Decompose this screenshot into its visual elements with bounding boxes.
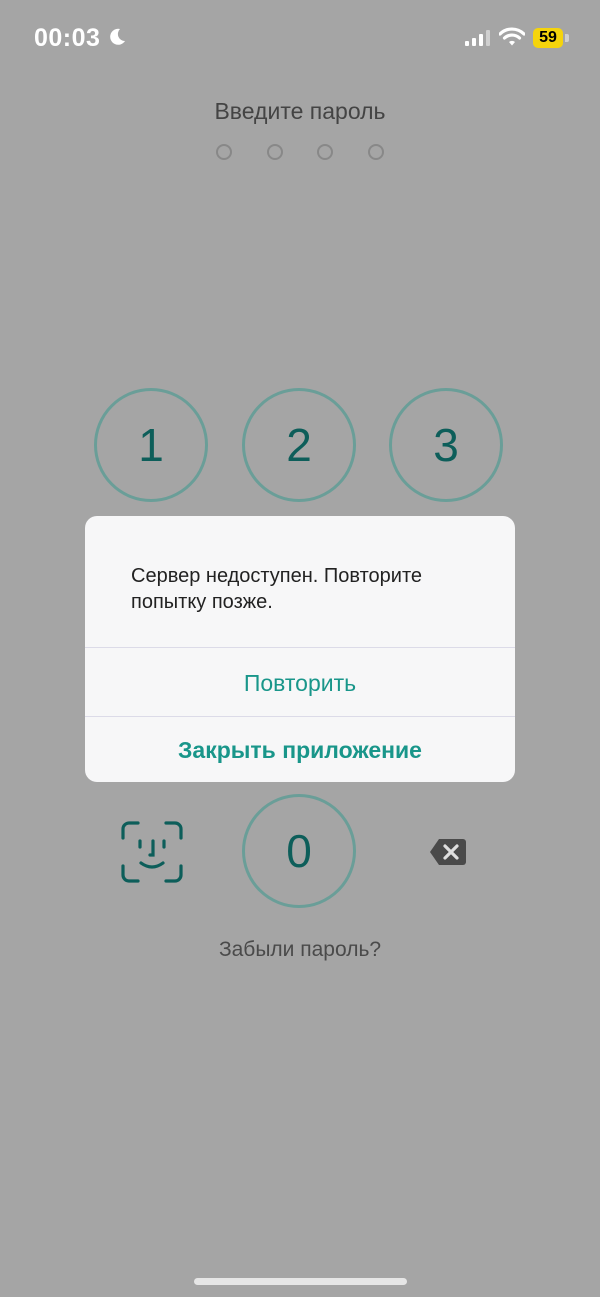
battery-icon: 59: [533, 28, 563, 48]
battery-tip: [565, 34, 569, 42]
moon-icon: [110, 28, 125, 45]
retry-button[interactable]: Повторить: [85, 670, 515, 697]
home-indicator[interactable]: [194, 1278, 407, 1285]
backspace-icon[interactable]: [429, 838, 467, 866]
pin-dot: [216, 144, 232, 160]
dialog-message: Сервер недоступен. Повторите попытку поз…: [131, 565, 423, 613]
pin-dot: [317, 144, 334, 160]
pin-dot: [367, 144, 384, 160]
dialog-divider: [85, 716, 515, 717]
page-title: Введите пароль: [214, 98, 386, 124]
forgot-password-link[interactable]: Забыли пароль?: [0, 938, 600, 962]
status-bar: 00:03 59: [0, 0, 600, 76]
close-app-button[interactable]: Закрыть приложение: [85, 737, 515, 764]
signal-icon: [465, 30, 490, 46]
pin-dot: [266, 144, 283, 160]
pin-dots: [216, 144, 384, 164]
dialog-divider: [85, 647, 515, 648]
status-time: 00:03: [34, 24, 101, 52]
error-dialog: Сервер недоступен. Повторите попытку поз…: [85, 516, 515, 782]
face-id-icon[interactable]: [120, 820, 184, 884]
key-2[interactable]: 2: [242, 388, 356, 502]
wifi-icon: [499, 27, 525, 46]
key-1[interactable]: 1: [94, 388, 208, 502]
key-3[interactable]: 3: [389, 388, 503, 502]
key-0[interactable]: 0: [242, 794, 356, 908]
